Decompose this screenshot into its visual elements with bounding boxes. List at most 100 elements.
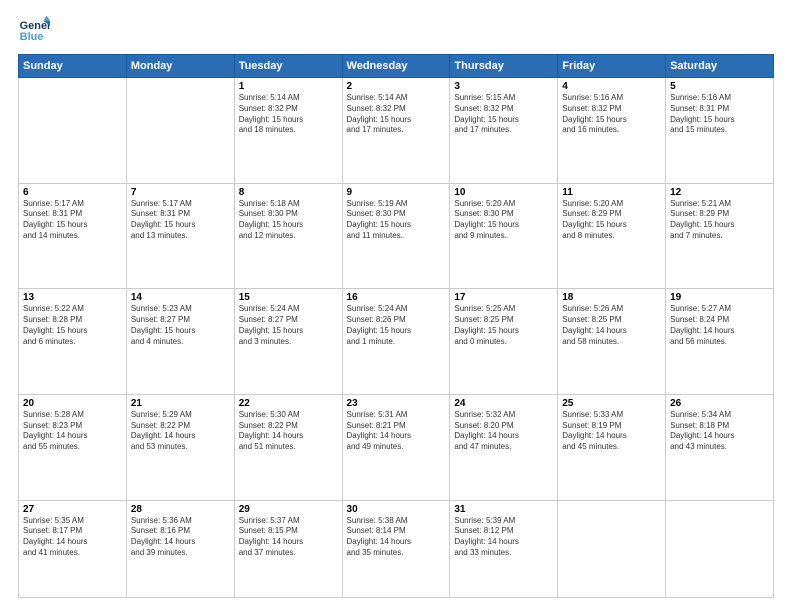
day-number: 24 [454, 398, 553, 409]
day-number: 15 [239, 292, 338, 303]
day-number: 26 [670, 398, 769, 409]
day-number: 19 [670, 292, 769, 303]
day-info: Sunrise: 5:27 AM Sunset: 8:24 PM Dayligh… [670, 304, 769, 347]
calendar-cell: 14Sunrise: 5:23 AM Sunset: 8:27 PM Dayli… [126, 289, 234, 395]
day-info: Sunrise: 5:25 AM Sunset: 8:25 PM Dayligh… [454, 304, 553, 347]
calendar-cell: 13Sunrise: 5:22 AM Sunset: 8:28 PM Dayli… [19, 289, 127, 395]
day-number: 25 [562, 398, 661, 409]
day-info: Sunrise: 5:36 AM Sunset: 8:16 PM Dayligh… [131, 516, 230, 559]
calendar-cell [666, 500, 774, 598]
day-info: Sunrise: 5:18 AM Sunset: 8:30 PM Dayligh… [239, 199, 338, 242]
weekday-header-sunday: Sunday [19, 55, 127, 78]
weekday-header-tuesday: Tuesday [234, 55, 342, 78]
calendar-cell: 5Sunrise: 5:16 AM Sunset: 8:31 PM Daylig… [666, 78, 774, 184]
day-number: 13 [23, 292, 122, 303]
svg-text:Blue: Blue [20, 31, 44, 43]
calendar-week-3: 13Sunrise: 5:22 AM Sunset: 8:28 PM Dayli… [19, 289, 774, 395]
calendar-cell: 11Sunrise: 5:20 AM Sunset: 8:29 PM Dayli… [558, 183, 666, 289]
calendar-cell: 24Sunrise: 5:32 AM Sunset: 8:20 PM Dayli… [450, 394, 558, 500]
calendar-cell: 2Sunrise: 5:14 AM Sunset: 8:32 PM Daylig… [342, 78, 450, 184]
day-number: 3 [454, 81, 553, 92]
calendar-cell: 27Sunrise: 5:35 AM Sunset: 8:17 PM Dayli… [19, 500, 127, 598]
calendar-cell: 15Sunrise: 5:24 AM Sunset: 8:27 PM Dayli… [234, 289, 342, 395]
day-number: 2 [347, 81, 446, 92]
day-info: Sunrise: 5:16 AM Sunset: 8:32 PM Dayligh… [562, 93, 661, 136]
calendar-cell: 18Sunrise: 5:26 AM Sunset: 8:25 PM Dayli… [558, 289, 666, 395]
calendar-cell: 8Sunrise: 5:18 AM Sunset: 8:30 PM Daylig… [234, 183, 342, 289]
day-number: 29 [239, 504, 338, 515]
day-number: 8 [239, 187, 338, 198]
day-info: Sunrise: 5:32 AM Sunset: 8:20 PM Dayligh… [454, 410, 553, 453]
day-info: Sunrise: 5:31 AM Sunset: 8:21 PM Dayligh… [347, 410, 446, 453]
day-info: Sunrise: 5:28 AM Sunset: 8:23 PM Dayligh… [23, 410, 122, 453]
day-number: 21 [131, 398, 230, 409]
day-info: Sunrise: 5:29 AM Sunset: 8:22 PM Dayligh… [131, 410, 230, 453]
day-number: 20 [23, 398, 122, 409]
calendar-cell [126, 78, 234, 184]
calendar-cell [19, 78, 127, 184]
day-info: Sunrise: 5:14 AM Sunset: 8:32 PM Dayligh… [239, 93, 338, 136]
calendar-week-2: 6 Sunrise: 5:17 AM Sunset: 8:31 PM Daylig… [19, 183, 774, 289]
day-info: Sunrise: 5:20 AM Sunset: 8:30 PM Dayligh… [454, 199, 553, 242]
calendar-cell: 30Sunrise: 5:38 AM Sunset: 8:14 PM Dayli… [342, 500, 450, 598]
calendar-cell: 22Sunrise: 5:30 AM Sunset: 8:22 PM Dayli… [234, 394, 342, 500]
day-info: Sunrise: 5:17 AM Sunset: 8:31 PM Dayligh… [131, 199, 230, 242]
day-info: Sunrise: 5:33 AM Sunset: 8:19 PM Dayligh… [562, 410, 661, 453]
logo: General Blue [18, 14, 50, 46]
page: General Blue SundayMondayTuesdayWednesda… [0, 0, 792, 612]
calendar-cell: 28Sunrise: 5:36 AM Sunset: 8:16 PM Dayli… [126, 500, 234, 598]
calendar-week-5: 27Sunrise: 5:35 AM Sunset: 8:17 PM Dayli… [19, 500, 774, 598]
calendar-cell: 31Sunrise: 5:39 AM Sunset: 8:12 PM Dayli… [450, 500, 558, 598]
day-info: Sunrise: 5:23 AM Sunset: 8:27 PM Dayligh… [131, 304, 230, 347]
calendar-cell: 7Sunrise: 5:17 AM Sunset: 8:31 PM Daylig… [126, 183, 234, 289]
calendar-cell: 17Sunrise: 5:25 AM Sunset: 8:25 PM Dayli… [450, 289, 558, 395]
day-number: 4 [562, 81, 661, 92]
calendar-cell: 29Sunrise: 5:37 AM Sunset: 8:15 PM Dayli… [234, 500, 342, 598]
weekday-header-thursday: Thursday [450, 55, 558, 78]
day-number: 27 [23, 504, 122, 515]
weekday-header-wednesday: Wednesday [342, 55, 450, 78]
day-number: 11 [562, 187, 661, 198]
day-number: 23 [347, 398, 446, 409]
day-info: Sunrise: 5:14 AM Sunset: 8:32 PM Dayligh… [347, 93, 446, 136]
calendar-cell: 6Sunrise: 5:17 AM Sunset: 8:31 PM Daylig… [19, 183, 127, 289]
weekday-header-friday: Friday [558, 55, 666, 78]
day-number: 6 [23, 187, 122, 198]
day-number: 10 [454, 187, 553, 198]
day-number: 22 [239, 398, 338, 409]
day-info: Sunrise: 5:34 AM Sunset: 8:18 PM Dayligh… [670, 410, 769, 453]
weekday-header-row: SundayMondayTuesdayWednesdayThursdayFrid… [19, 55, 774, 78]
day-info: Sunrise: 5:19 AM Sunset: 8:30 PM Dayligh… [347, 199, 446, 242]
calendar-week-1: 1Sunrise: 5:14 AM Sunset: 8:32 PM Daylig… [19, 78, 774, 184]
day-info: Sunrise: 5:24 AM Sunset: 8:26 PM Dayligh… [347, 304, 446, 347]
day-number: 28 [131, 504, 230, 515]
day-number: 14 [131, 292, 230, 303]
day-number: 7 [131, 187, 230, 198]
day-info: Sunrise: 5:37 AM Sunset: 8:15 PM Dayligh… [239, 516, 338, 559]
day-info: Sunrise: 5:26 AM Sunset: 8:25 PM Dayligh… [562, 304, 661, 347]
calendar-cell [558, 500, 666, 598]
day-number: 9 [347, 187, 446, 198]
calendar-cell: 3Sunrise: 5:15 AM Sunset: 8:32 PM Daylig… [450, 78, 558, 184]
weekday-header-monday: Monday [126, 55, 234, 78]
day-info: Sunrise: 5:22 AM Sunset: 8:28 PM Dayligh… [23, 304, 122, 347]
day-number: 12 [670, 187, 769, 198]
calendar-week-4: 20Sunrise: 5:28 AM Sunset: 8:23 PM Dayli… [19, 394, 774, 500]
day-info: Sunrise: 5:39 AM Sunset: 8:12 PM Dayligh… [454, 516, 553, 559]
calendar-cell: 4Sunrise: 5:16 AM Sunset: 8:32 PM Daylig… [558, 78, 666, 184]
day-info: Sunrise: 5:30 AM Sunset: 8:22 PM Dayligh… [239, 410, 338, 453]
calendar-cell: 23Sunrise: 5:31 AM Sunset: 8:21 PM Dayli… [342, 394, 450, 500]
day-info: Sunrise: 5:35 AM Sunset: 8:17 PM Dayligh… [23, 516, 122, 559]
calendar-cell: 12Sunrise: 5:21 AM Sunset: 8:29 PM Dayli… [666, 183, 774, 289]
calendar-cell: 20Sunrise: 5:28 AM Sunset: 8:23 PM Dayli… [19, 394, 127, 500]
day-number: 30 [347, 504, 446, 515]
day-info: Sunrise: 5:20 AM Sunset: 8:29 PM Dayligh… [562, 199, 661, 242]
calendar-cell: 16Sunrise: 5:24 AM Sunset: 8:26 PM Dayli… [342, 289, 450, 395]
day-number: 5 [670, 81, 769, 92]
calendar-cell: 25Sunrise: 5:33 AM Sunset: 8:19 PM Dayli… [558, 394, 666, 500]
day-number: 1 [239, 81, 338, 92]
calendar-cell: 10Sunrise: 5:20 AM Sunset: 8:30 PM Dayli… [450, 183, 558, 289]
day-info: Sunrise: 5:24 AM Sunset: 8:27 PM Dayligh… [239, 304, 338, 347]
day-number: 31 [454, 504, 553, 515]
day-number: 16 [347, 292, 446, 303]
